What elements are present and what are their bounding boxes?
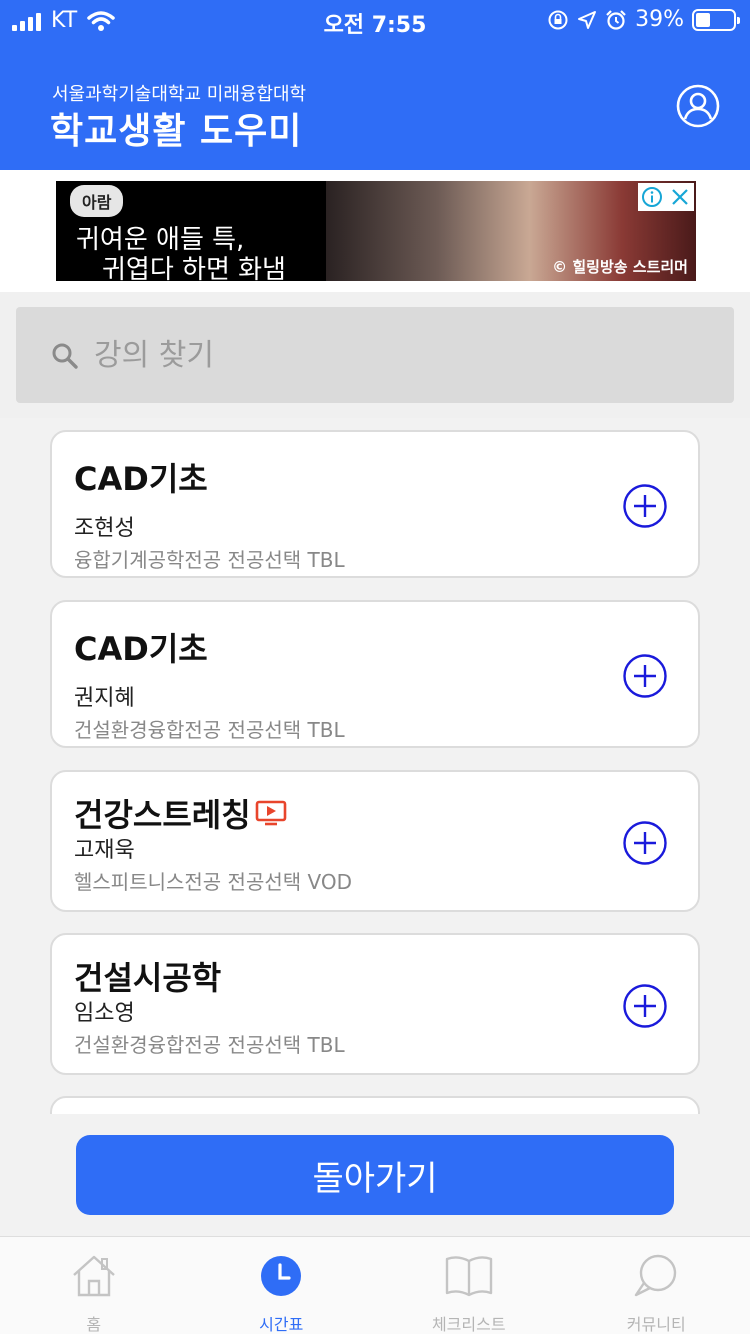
info-icon[interactable] [638, 183, 666, 211]
course-professor: 임소영 [74, 1001, 135, 1026]
course-list[interactable]: CAD기초 조현성 융합기계공학전공 전공선택 TBL CAD기초 권지혜 건설… [0, 418, 750, 1114]
course-meta: 융합기계공학전공 전공선택 TBL [74, 548, 345, 572]
vod-play-icon [255, 800, 286, 826]
location-icon [578, 10, 597, 29]
tab-home-label: 홈 [86, 1315, 102, 1334]
list-item[interactable]: 건설시공학 임소영 건설환경융합전공 전공선택 TBL [50, 933, 700, 1075]
course-meta: 건설환경융합전공 전공선택 TBL [74, 718, 345, 742]
tab-checklist[interactable]: 체크리스트 [375, 1237, 563, 1334]
battery-icon [692, 8, 740, 31]
course-professor: 조현성 [74, 516, 135, 541]
course-meta: 건설환경융합전공 전공선택 TBL [74, 1033, 345, 1057]
add-circle-icon[interactable] [622, 983, 668, 1029]
search-box[interactable] [16, 307, 734, 403]
back-button[interactable]: 돌아가기 [76, 1135, 674, 1215]
course-name-row: 건강스트레칭 [74, 790, 287, 836]
course-name: CAD기초 [74, 630, 208, 668]
home-icon [72, 1255, 115, 1297]
user-circle-icon[interactable] [676, 84, 720, 128]
tab-timetable-label: 시간표 [259, 1315, 304, 1334]
status-bar: KT 오전 7:55 39% [0, 0, 750, 40]
clock-icon [261, 1256, 302, 1296]
ad-badge: 아람 [70, 185, 124, 217]
tab-home[interactable]: 홈 [0, 1237, 188, 1334]
ad-banner-area: 아람 귀여운 애들 특, 귀엽다 하면 화냄 © 힐링방송 스트리머 [0, 170, 750, 292]
course-professor: 권지혜 [74, 686, 135, 711]
alarm-icon [606, 9, 626, 30]
course-professor: 고재욱 [74, 838, 135, 863]
tab-bar: 홈 시간표 체크리스트 커뮤니티 [0, 1236, 750, 1334]
add-circle-icon[interactable] [622, 483, 668, 529]
rotation-lock-icon [548, 10, 568, 29]
course-meta: 헬스피트니스전공 전공선택 VOD [74, 870, 352, 894]
search-area [0, 292, 750, 418]
search-input[interactable] [94, 332, 694, 378]
list-item[interactable]: CAD기초 권지혜 건설환경융합전공 전공선택 TBL [50, 600, 700, 748]
ad-line2: 귀엽다 하면 화냄 [102, 255, 286, 281]
list-item[interactable]: CAD기초 조현성 융합기계공학전공 전공선택 TBL [50, 430, 700, 578]
ad-credit: © 힐링방송 스트리머 [552, 258, 688, 276]
battery-fill [696, 12, 711, 27]
list-item[interactable]: 건강스트레칭 고재욱 헬스피트니스전공 전공선택 VOD [50, 770, 700, 912]
close-icon[interactable] [666, 183, 694, 211]
course-name: 건설시공학 [74, 959, 222, 997]
course-name: CAD기초 [74, 460, 208, 498]
tab-community-label: 커뮤니티 [626, 1315, 686, 1334]
back-area: 돌아가기 [0, 1114, 750, 1236]
app-header: 서울과학기술대학교 미래융합대학 학교생활 도우미 [0, 40, 750, 170]
page-title: 학교생활 도우미 [50, 111, 303, 152]
tab-community[interactable]: 커뮤니티 [563, 1237, 750, 1334]
book-icon [445, 1256, 492, 1297]
chat-icon [635, 1254, 677, 1297]
ad-text-panel: 아람 귀여운 애들 특, 귀엽다 하면 화냄 [56, 181, 326, 281]
status-right: 39% [547, 7, 740, 32]
search-icon [52, 343, 78, 369]
ad-banner[interactable]: 아람 귀여운 애들 특, 귀엽다 하면 화냄 © 힐링방송 스트리머 [56, 181, 696, 281]
tab-checklist-label: 체크리스트 [431, 1315, 506, 1334]
list-item-partial[interactable] [50, 1096, 700, 1114]
course-name: 건강스트레칭 [74, 796, 251, 834]
tab-timetable[interactable]: 시간표 [188, 1237, 376, 1334]
battery-percent: 39% [635, 7, 684, 32]
add-circle-icon[interactable] [622, 653, 668, 699]
add-circle-icon[interactable] [622, 820, 668, 866]
